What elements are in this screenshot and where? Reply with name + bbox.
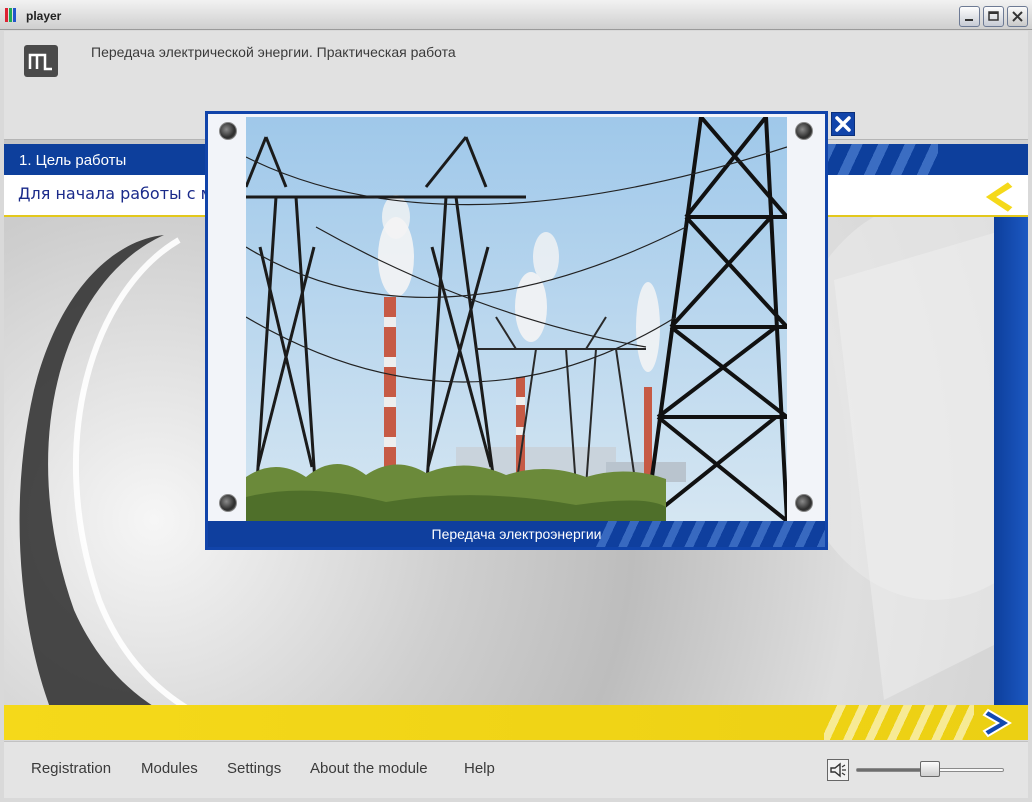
speaker-button[interactable]	[827, 759, 849, 781]
chevron-right-icon	[982, 708, 1012, 738]
footer-menu: Registration Modules Settings About the …	[4, 741, 1028, 798]
app-icon	[5, 8, 21, 22]
course-title: Передача электрической энергии. Практиче…	[91, 44, 456, 60]
window-title: player	[26, 9, 62, 23]
chevron-left-icon	[982, 179, 1016, 215]
popup-close-button[interactable]	[831, 112, 855, 136]
rivet-icon	[219, 122, 237, 140]
back-arrow-button[interactable]	[974, 175, 1018, 219]
menu-about-module[interactable]: About the module	[310, 760, 428, 777]
rivet-icon	[795, 494, 813, 512]
volume-slider-thumb[interactable]	[920, 761, 940, 777]
image-caption: Передача электроэнергии	[431, 526, 602, 542]
rivet-icon	[795, 122, 813, 140]
section-title: 1. Цель работы	[19, 152, 127, 169]
close-icon	[1012, 11, 1023, 22]
rivet-icon	[219, 494, 237, 512]
minimize-icon	[965, 19, 973, 21]
course-logo-icon	[24, 45, 58, 77]
maximize-icon	[988, 11, 999, 21]
next-arrow-button[interactable]	[980, 706, 1020, 740]
bottom-nav-band	[4, 705, 1028, 740]
speaker-icon	[830, 762, 846, 778]
close-icon	[835, 116, 851, 132]
menu-help[interactable]: Help	[464, 760, 495, 777]
menu-settings[interactable]: Settings	[227, 760, 281, 777]
minimize-button[interactable]	[959, 6, 980, 27]
menu-registration[interactable]: Registration	[31, 760, 111, 777]
close-window-button[interactable]	[1007, 6, 1028, 27]
image-popup: Передача электроэнергии	[205, 111, 828, 550]
power-lines-photo	[246, 117, 787, 521]
image-caption-bar: Передача электроэнергии	[208, 521, 825, 547]
menu-modules[interactable]: Modules	[141, 760, 198, 777]
right-edge-band	[994, 144, 1028, 740]
window-titlebar: player	[0, 0, 1032, 30]
maximize-button[interactable]	[983, 6, 1004, 27]
